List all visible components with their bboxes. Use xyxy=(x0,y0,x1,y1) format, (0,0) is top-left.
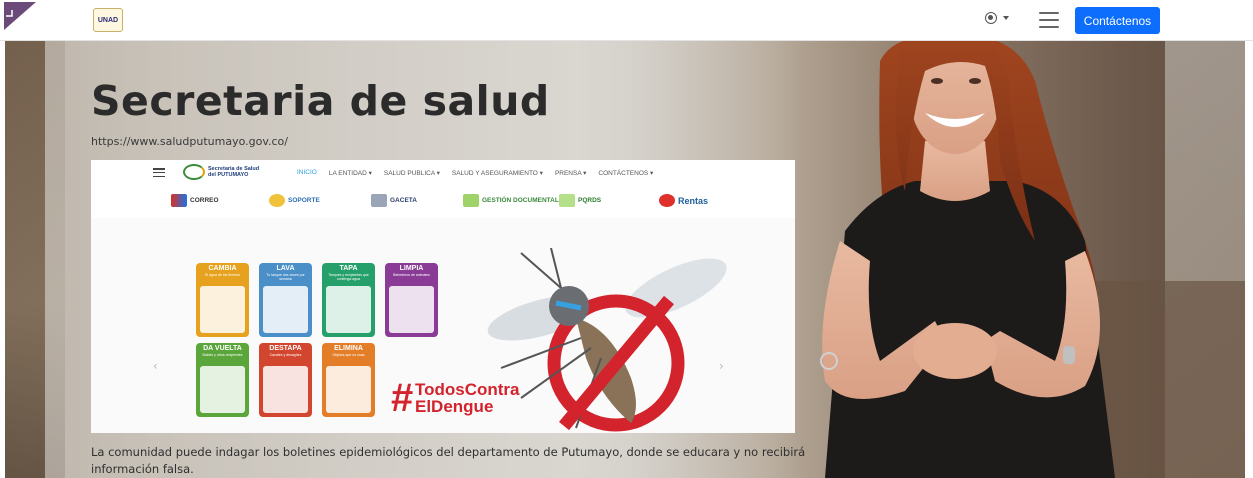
site-url-link[interactable]: https://www.saludputumayo.gov.co/ xyxy=(91,135,288,148)
embedded-logo-line2: del PUTUMAYO xyxy=(208,172,249,178)
campaign-tile: CAMBIA El agua de los floreros xyxy=(196,263,249,337)
tile-header: ELIMINA Objetos que no usas xyxy=(332,345,365,357)
back-corner-icon[interactable] xyxy=(4,2,36,30)
user-account-icon xyxy=(985,12,997,24)
page-title: Secretaria de salud xyxy=(91,77,550,125)
contact-button[interactable]: Contáctenos xyxy=(1075,7,1160,34)
embedded-link-correo: CORREO xyxy=(171,194,219,207)
embedded-menu-item: INICIO xyxy=(297,169,317,176)
embedded-link-gaceta: GACETA xyxy=(371,194,417,207)
documents-icon xyxy=(463,194,479,207)
embedded-logo-mark-icon xyxy=(183,164,205,180)
hamburger-menu-icon[interactable] xyxy=(1039,12,1059,28)
embedded-quick-links: CORREO SOPORTE GACETA GESTIÓN DOCUMENTAL… xyxy=(91,190,795,214)
embedded-menu-icon xyxy=(153,168,165,177)
carousel-prev-icon[interactable]: ‹ xyxy=(153,359,158,373)
embedded-link-gestion: GESTIÓN DOCUMENTAL xyxy=(463,194,559,207)
embedded-link-rentas: Rentas xyxy=(659,194,708,207)
embedded-menu-item: SALUD PUBLICA ▾ xyxy=(383,170,440,177)
tile-header: LIMPIA Bebederos de animales xyxy=(393,265,430,277)
hero-photo-woman xyxy=(820,41,1115,478)
caret-down-icon xyxy=(1003,16,1009,20)
tile-header: DESTAPA Canales y desagües xyxy=(269,345,302,357)
tile-header: CAMBIA El agua de los floreros xyxy=(205,265,240,277)
embedded-link-pqrds: PQRDS xyxy=(559,194,601,207)
campaign-tile: DA VUELTA Baldes y otros recipientes xyxy=(196,343,249,417)
embedded-site-screenshot[interactable]: Secretaria de Salud del PUTUMAYO INICIO … xyxy=(91,160,795,433)
hero-description: La comunidad puede indagar los boletines… xyxy=(91,445,806,476)
pqrds-icon xyxy=(559,194,575,207)
embedded-link-soporte: SOPORTE xyxy=(269,194,320,207)
support-icon xyxy=(269,194,285,207)
rentas-icon xyxy=(659,194,675,207)
mosquito-prohibited-icon xyxy=(487,248,727,432)
embedded-menu-item: LA ENTIDAD ▾ xyxy=(328,170,372,177)
tile-header: TAPA Tanques y recipientes que contenga … xyxy=(328,265,369,281)
embedded-navbar: Secretaria de Salud del PUTUMAYO INICIO … xyxy=(91,160,795,185)
gazette-icon xyxy=(371,194,387,207)
campaign-tile: ELIMINA Objetos que no usas xyxy=(322,343,375,417)
hashtag-line2: ElDengue xyxy=(415,397,494,416)
embedded-menu: INICIO LA ENTIDAD ▾ SALUD PUBLICA ▾ SALU… xyxy=(297,169,653,177)
embedded-menu-item: SALUD Y ASEGURAMIENTO ▾ xyxy=(451,170,543,177)
embedded-logo: Secretaria de Salud del PUTUMAYO xyxy=(183,164,259,180)
campaign-tile: TAPA Tanques y recipientes que contenga … xyxy=(322,263,375,337)
campaign-tile: LIMPIA Bebederos de animales xyxy=(385,263,438,337)
logo-text: UNAD xyxy=(97,16,119,24)
campaign-tile: LAVA Tu tanque dos veces por semana xyxy=(259,263,312,337)
dengue-campaign-banner: ‹ › CAMBIA El agua de los floreros LAVA … xyxy=(91,218,795,433)
user-menu-dropdown[interactable] xyxy=(985,12,1009,24)
tile-header: DA VUELTA Baldes y otros recipientes xyxy=(202,345,243,357)
mail-icon xyxy=(171,194,187,207)
campaign-tile: DESTAPA Canales y desagües xyxy=(259,343,312,417)
tile-header: LAVA Tu tanque dos veces por semana xyxy=(266,265,305,281)
embedded-menu-item: CONTÁCTENOS ▾ xyxy=(598,170,654,177)
site-logo[interactable]: UNAD xyxy=(93,8,123,32)
hero-section: Secretaria de salud https://www.saludput… xyxy=(5,41,1245,478)
top-navbar: UNAD Contáctenos xyxy=(0,0,1253,41)
embedded-menu-item: PRENSA ▾ xyxy=(554,170,587,177)
